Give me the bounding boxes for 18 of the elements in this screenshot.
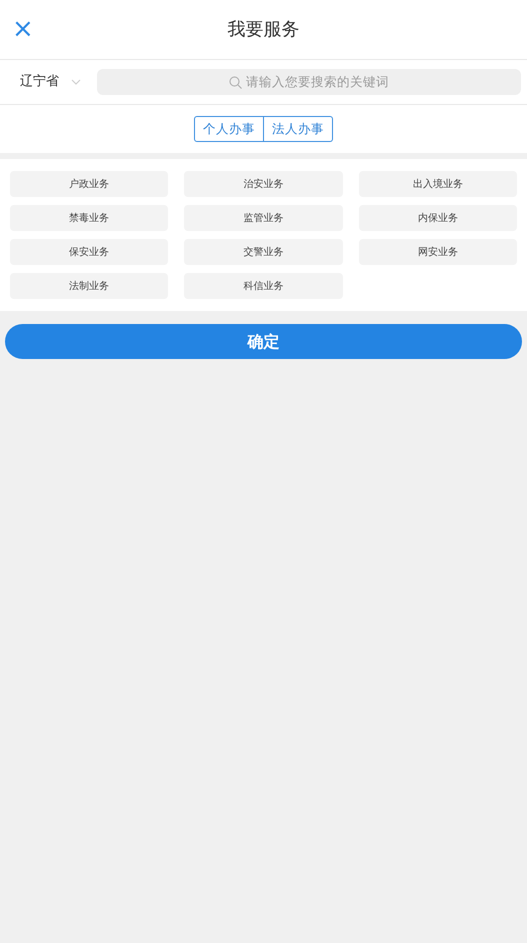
service-option[interactable]: 户政业务 — [10, 171, 168, 197]
service-option[interactable]: 网安业务 — [358, 239, 517, 265]
service-option[interactable]: 内保业务 — [358, 205, 517, 231]
service-option[interactable]: 科信业务 — [184, 273, 343, 299]
service-option[interactable]: 治安业务 — [184, 171, 343, 197]
service-option[interactable]: 监管业务 — [184, 205, 343, 231]
page-title: 我要服务 — [228, 18, 300, 42]
tab[interactable]: 个人办事 — [194, 116, 264, 142]
service-option[interactable]: 保安业务 — [10, 239, 168, 265]
chevron-down-icon[interactable] — [71, 79, 81, 85]
tab[interactable]: 法人办事 — [264, 116, 333, 142]
search-icon — [229, 76, 242, 88]
service-option[interactable]: 禁毒业务 — [10, 205, 168, 231]
confirm-button[interactable]: 确定 — [5, 324, 522, 359]
service-option[interactable]: 交警业务 — [184, 239, 343, 265]
region-selector[interactable]: 辽宁省 — [20, 72, 59, 92]
service-option[interactable]: 出入境业务 — [358, 171, 517, 197]
service-option[interactable]: 法制业务 — [10, 273, 168, 299]
